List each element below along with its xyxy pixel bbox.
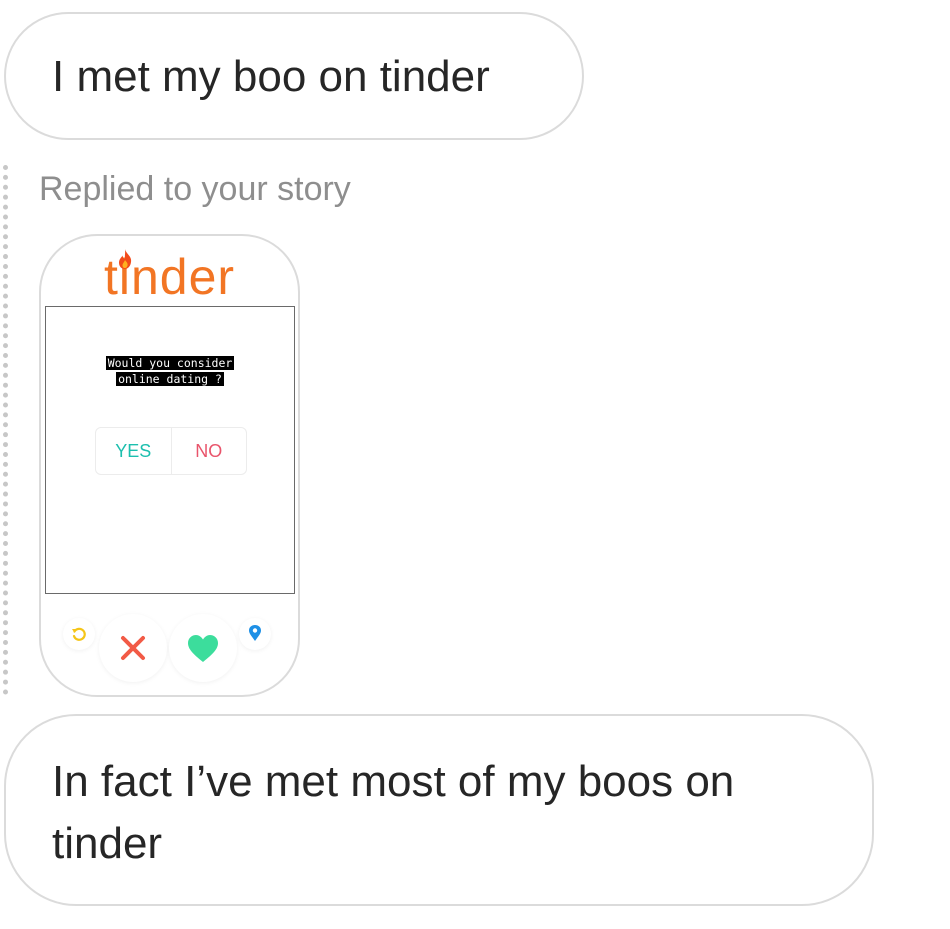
rewind-icon xyxy=(72,627,86,641)
story-frame: Would you consider online dating ? YES N… xyxy=(45,306,295,594)
message-text: In fact I’ve met most of my boos on tind… xyxy=(52,757,735,868)
message-text: I met my boo on tinder xyxy=(52,52,490,101)
heart-icon xyxy=(188,635,218,662)
like-button[interactable] xyxy=(169,614,237,682)
location-button[interactable] xyxy=(239,618,271,650)
poll-sticker: YES NO xyxy=(95,427,247,475)
poll-question-line1: Would you consider xyxy=(105,356,235,370)
story-reply-preview[interactable]: tinder Would you consider online dating … xyxy=(39,234,300,697)
poll-option-yes[interactable]: YES xyxy=(96,428,172,474)
flame-icon xyxy=(119,249,132,269)
reply-indicator-line xyxy=(3,165,8,695)
poll-question-line2: online dating ? xyxy=(116,372,224,386)
message-bubble-sent[interactable]: In fact I’ve met most of my boos on tind… xyxy=(4,714,874,906)
poll-option-no[interactable]: NO xyxy=(172,428,247,474)
tinder-action-bar xyxy=(41,610,298,690)
reply-label: Replied to your story xyxy=(39,170,351,208)
message-bubble-sent[interactable]: I met my boo on tinder xyxy=(4,12,584,140)
tinder-logo: tinder xyxy=(41,248,298,306)
close-icon xyxy=(121,636,145,660)
nope-button[interactable] xyxy=(99,614,167,682)
location-pin-icon xyxy=(249,625,261,641)
poll-question: Would you consider online dating ? xyxy=(46,355,294,387)
rewind-button[interactable] xyxy=(63,618,95,650)
